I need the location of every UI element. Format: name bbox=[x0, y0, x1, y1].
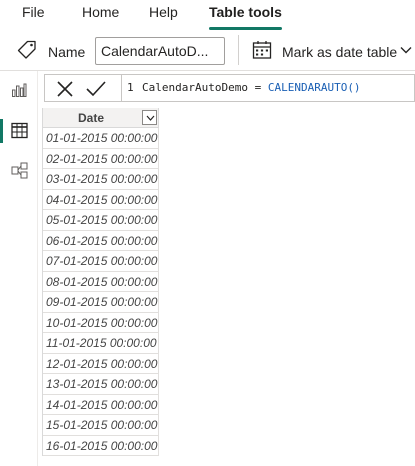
table-row[interactable]: 16-01-2015 00:00:00 bbox=[43, 435, 159, 456]
mark-as-date-table-button[interactable]: Mark as date table bbox=[282, 43, 397, 61]
table-row[interactable]: 09-01-2015 00:00:00 bbox=[43, 292, 159, 313]
formula-bar: 1 CalendarAutoDemo = CALENDARAUTO() bbox=[44, 74, 415, 102]
view-switcher bbox=[0, 71, 38, 466]
column-filter-button[interactable] bbox=[142, 110, 157, 125]
table-row[interactable]: 03-01-2015 00:00:00 bbox=[43, 169, 159, 190]
calendar-icon[interactable] bbox=[251, 39, 273, 61]
table-row[interactable]: 14-01-2015 00:00:00 bbox=[43, 394, 159, 415]
column-header-date[interactable]: Date bbox=[43, 108, 159, 128]
table-row[interactable]: 01-01-2015 00:00:00 bbox=[43, 128, 159, 149]
close-icon[interactable] bbox=[55, 79, 75, 99]
table-row[interactable]: 11-01-2015 00:00:00 bbox=[43, 333, 159, 354]
formula-bar-divider bbox=[121, 75, 122, 101]
nav-report-view[interactable] bbox=[0, 73, 38, 109]
formula-input[interactable]: CalendarAutoDemo = CALENDARAUTO() bbox=[142, 81, 361, 94]
nav-data-view[interactable] bbox=[0, 113, 38, 149]
table-tools-toolbar: Name Mark as date table bbox=[0, 30, 415, 72]
model-view-icon bbox=[11, 162, 28, 179]
table-row[interactable]: 10-01-2015 00:00:00 bbox=[43, 312, 159, 333]
formula-function: CALENDARAUTO() bbox=[267, 81, 361, 94]
tab-table-tools[interactable]: Table tools bbox=[209, 3, 282, 30]
power-bi-data-view: File Home Help Table tools Name Mark as … bbox=[0, 0, 415, 466]
table-row[interactable]: 12-01-2015 00:00:00 bbox=[43, 353, 159, 374]
grid-body: 01-01-2015 00:00:00 02-01-2015 00:00:00 03… bbox=[43, 128, 159, 456]
formula-table-name: CalendarAutoDemo = bbox=[142, 81, 268, 94]
table-row[interactable]: 07-01-2015 00:00:00 bbox=[43, 251, 159, 272]
column-header-label: Date bbox=[77, 111, 104, 125]
checkmark-icon[interactable] bbox=[85, 79, 107, 99]
chevron-down-icon[interactable] bbox=[399, 43, 413, 57]
table-row[interactable]: 02-01-2015 00:00:00 bbox=[43, 148, 159, 169]
tab-home[interactable]: Home bbox=[82, 3, 119, 23]
data-grid: Date 01-01-2015 00:00:00 02-01-2015 00:00… bbox=[42, 108, 159, 456]
table-name-input[interactable] bbox=[95, 37, 225, 65]
tag-icon bbox=[17, 40, 36, 59]
ribbon-tabs: File Home Help Table tools bbox=[0, 0, 415, 30]
nav-model-view[interactable] bbox=[0, 153, 38, 189]
name-label: Name bbox=[48, 44, 86, 60]
table-row[interactable]: 15-01-2015 00:00:00 bbox=[43, 415, 159, 436]
ribbon-divider bbox=[0, 70, 415, 71]
table-row[interactable]: 08-01-2015 00:00:00 bbox=[43, 271, 159, 292]
toolbar-divider bbox=[238, 35, 239, 65]
chevron-down-icon bbox=[146, 115, 155, 121]
tab-file[interactable]: File bbox=[22, 3, 45, 23]
formula-line-number: 1 bbox=[127, 81, 134, 94]
data-view-icon bbox=[11, 122, 28, 139]
tab-help[interactable]: Help bbox=[149, 3, 178, 23]
table-row[interactable]: 05-01-2015 00:00:00 bbox=[43, 210, 159, 231]
table-row[interactable]: 04-01-2015 00:00:00 bbox=[43, 189, 159, 210]
report-view-icon bbox=[12, 83, 27, 97]
table-row[interactable]: 06-01-2015 00:00:00 bbox=[43, 230, 159, 251]
table-row[interactable]: 13-01-2015 00:00:00 bbox=[43, 374, 159, 395]
